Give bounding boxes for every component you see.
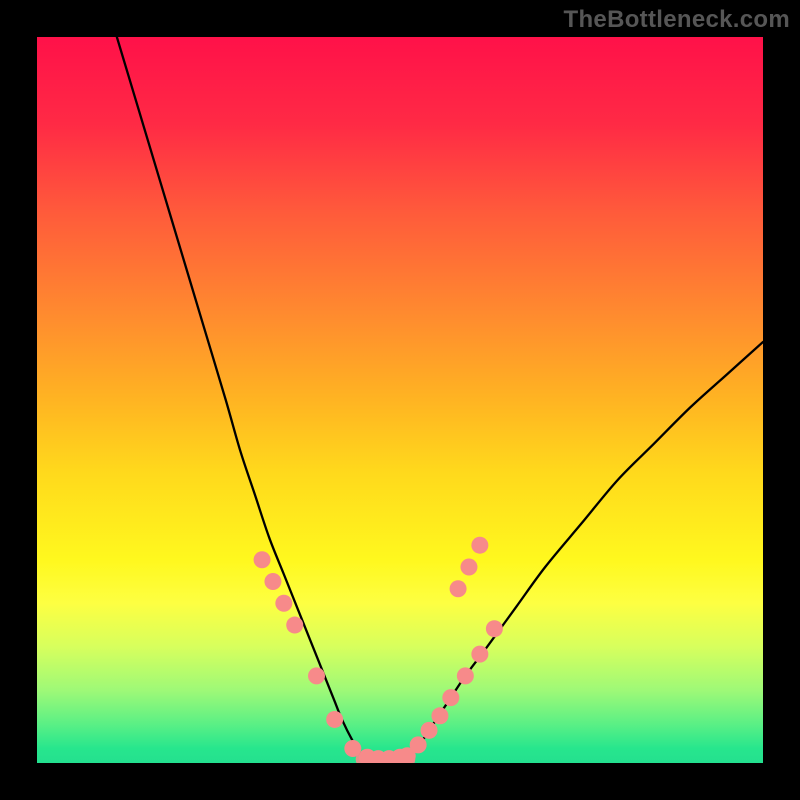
data-marker [286,617,303,634]
data-marker [275,595,292,612]
data-marker [410,736,427,753]
curve-layer [37,37,763,763]
data-marker [421,722,438,739]
data-marker [326,711,343,728]
data-marker [254,551,271,568]
data-marker [486,620,503,637]
watermark-text: TheBottleneck.com [564,6,790,34]
data-marker [431,707,448,724]
data-marker [344,740,361,757]
data-marker [471,646,488,663]
data-marker [450,580,467,597]
data-marker [264,573,281,590]
data-marker [308,667,325,684]
data-marker [471,537,488,554]
plot-area [37,37,763,763]
data-marker [442,689,459,706]
data-marker [460,558,477,575]
chart-stage: TheBottleneck.com [0,0,800,800]
bottleneck-curve [117,37,763,761]
data-marker [457,667,474,684]
